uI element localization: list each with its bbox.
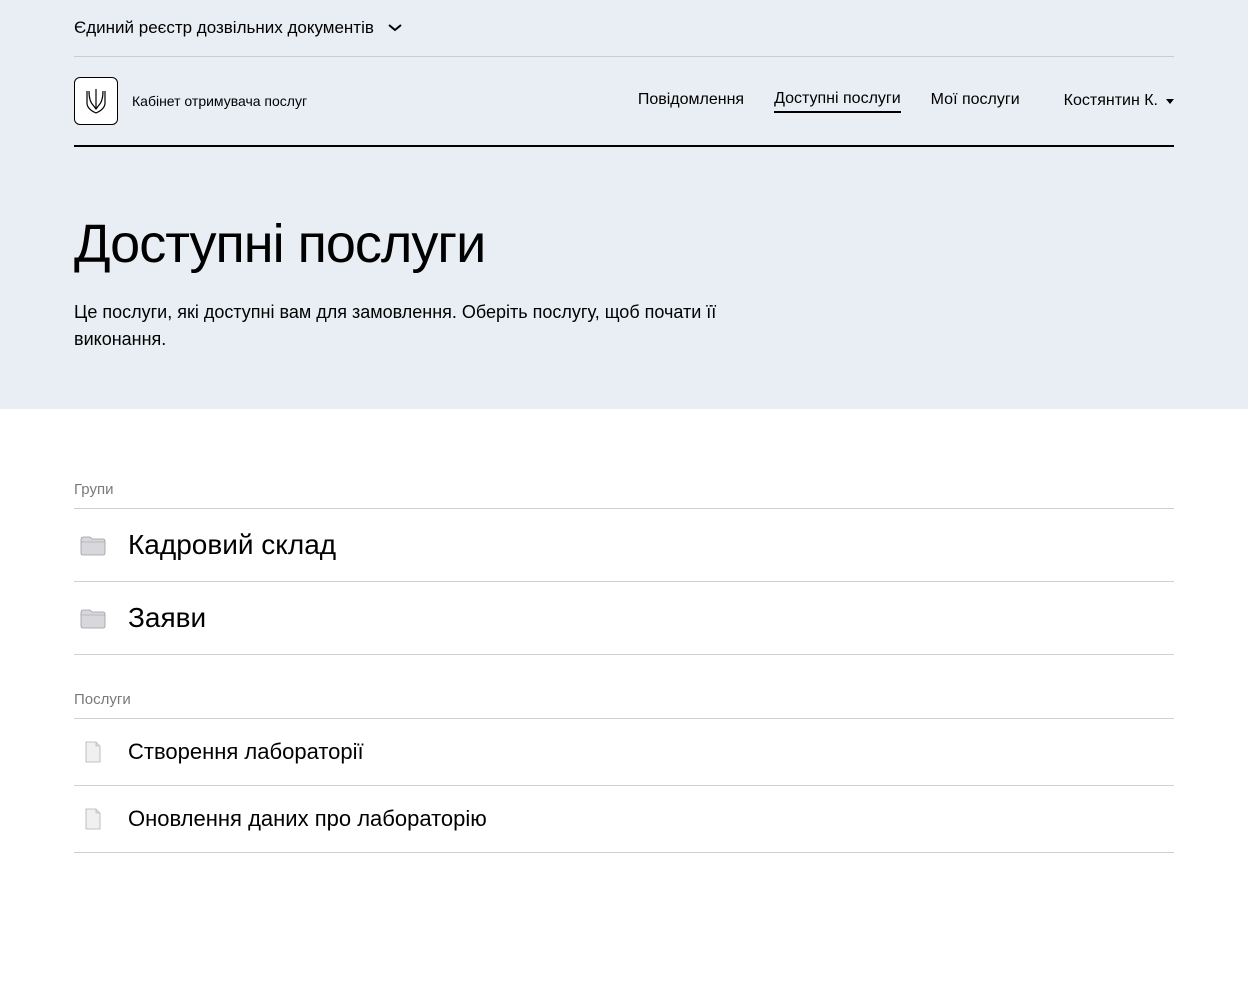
nav-item-my-services[interactable]: Мої послуги [931, 91, 1020, 112]
nav-item-notifications[interactable]: Повідомлення [638, 91, 744, 112]
user-name: Костянтин К. [1064, 92, 1158, 110]
folder-icon [80, 534, 106, 556]
user-menu[interactable]: Костянтин К. [1064, 92, 1174, 110]
registry-dropdown[interactable]: Єдиний реєстр дозвільних документів [74, 18, 402, 38]
service-item-title: Створення лабораторії [128, 739, 364, 765]
group-item[interactable]: Кадровий склад [74, 509, 1174, 582]
trident-icon [85, 87, 107, 115]
registry-label: Єдиний реєстр дозвільних документів [74, 18, 374, 38]
service-item-title: Оновлення даних про лабораторію [128, 806, 487, 832]
services-section-label: Послуги [74, 691, 1174, 719]
document-icon [84, 808, 102, 830]
document-icon [84, 741, 102, 763]
logo-section[interactable]: Кабінет отримувача послуг [74, 77, 307, 125]
group-item[interactable]: Заяви [74, 582, 1174, 655]
group-item-title: Заяви [128, 602, 206, 634]
chevron-down-icon [388, 24, 402, 32]
folder-icon [80, 607, 106, 629]
logo-text: Кабінет отримувача послуг [132, 93, 307, 109]
logo-badge [74, 77, 118, 125]
groups-section-label: Групи [74, 481, 1174, 509]
group-item-title: Кадровий склад [128, 529, 336, 561]
service-item[interactable]: Створення лабораторії [74, 719, 1174, 786]
page-description: Це послуги, які доступні вам для замовле… [74, 299, 774, 353]
service-item[interactable]: Оновлення даних про лабораторію [74, 786, 1174, 853]
nav-menu: Повідомлення Доступні послуги Мої послуг… [638, 90, 1020, 113]
caret-down-icon [1166, 99, 1174, 104]
page-title: Доступні послуги [74, 213, 1174, 275]
nav-item-available-services[interactable]: Доступні послуги [774, 90, 901, 113]
